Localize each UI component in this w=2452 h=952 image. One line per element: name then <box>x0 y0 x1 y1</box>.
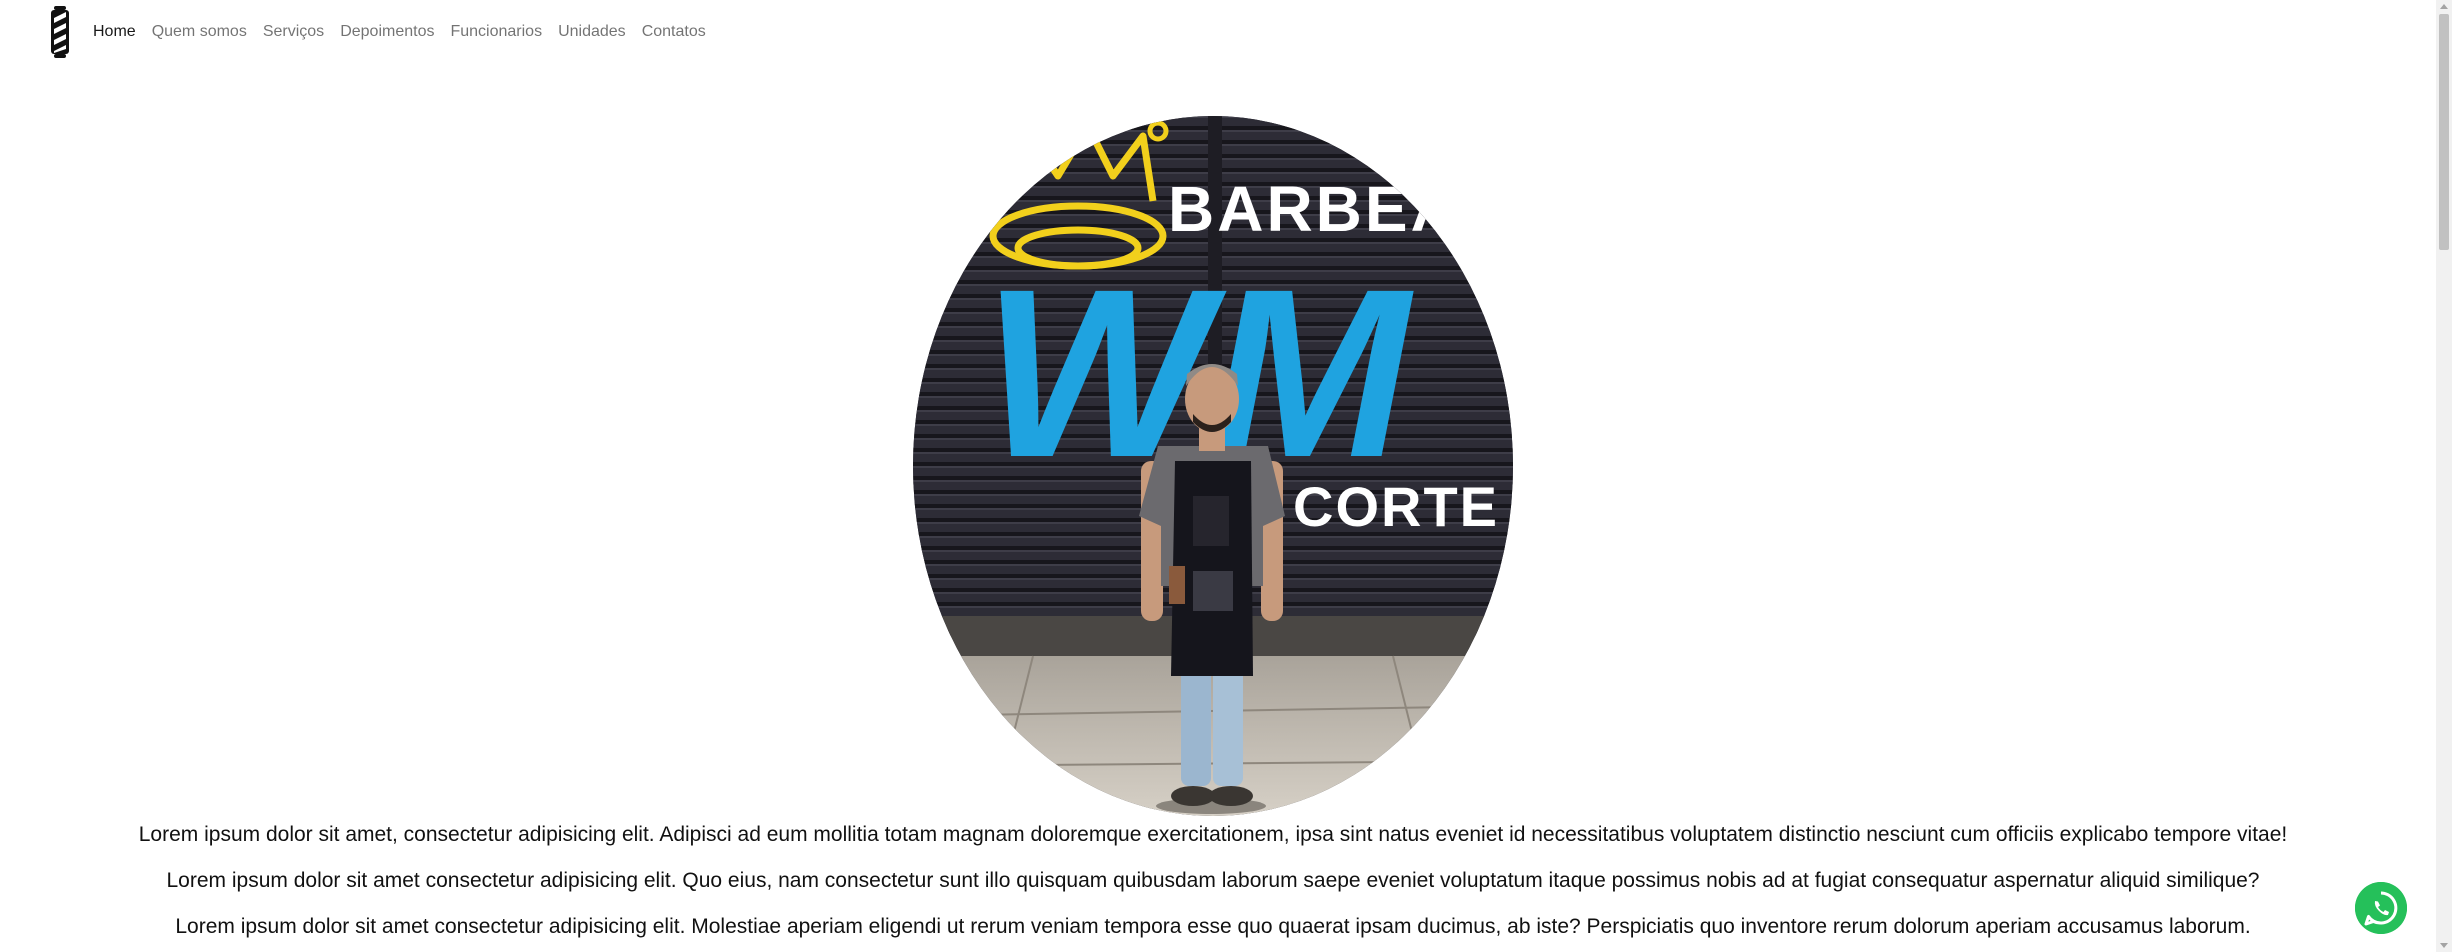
nav-link-contatos[interactable]: Contatos <box>634 0 714 64</box>
scrollbar-thumb[interactable] <box>2439 14 2449 250</box>
hero-image: BARBEAR WM CORTE <box>913 116 1513 816</box>
nav-link-depoimentos[interactable]: Depoimentos <box>332 0 442 64</box>
page-scrollbar[interactable] <box>2436 0 2452 952</box>
paragraph-2: Lorem ipsum dolor sit amet consectetur a… <box>166 869 2260 892</box>
nav-link-home[interactable]: Home <box>93 0 144 64</box>
scroll-up-icon[interactable] <box>2440 4 2448 9</box>
shutter-text-bottom: CORTE <box>1293 475 1499 538</box>
hero-illustration: BARBEAR WM CORTE <box>913 116 1513 816</box>
barber-pole-icon[interactable] <box>48 6 72 58</box>
paragraph-1: Lorem ipsum dolor sit amet, consectetur … <box>138 823 2288 846</box>
nav-link-unidades[interactable]: Unidades <box>550 0 634 64</box>
navbar: Home Quem somos Serviços Depoimentos Fun… <box>0 0 2452 64</box>
nav-link-funcionarios[interactable]: Funcionarios <box>442 0 550 64</box>
nav-link-servicos[interactable]: Serviços <box>255 0 332 64</box>
nav-link-quem-somos[interactable]: Quem somos <box>144 0 255 64</box>
shutter-text-top: BARBEAR <box>1168 173 1509 245</box>
scroll-down-icon[interactable] <box>2440 943 2448 948</box>
paragraph-3: Lorem ipsum dolor sit amet consectetur a… <box>175 915 2251 938</box>
intro-text: Lorem ipsum dolor sit amet, consectetur … <box>0 812 2426 950</box>
nav-links: Home Quem somos Serviços Depoimentos Fun… <box>93 0 714 64</box>
whatsapp-icon[interactable] <box>2355 882 2407 934</box>
